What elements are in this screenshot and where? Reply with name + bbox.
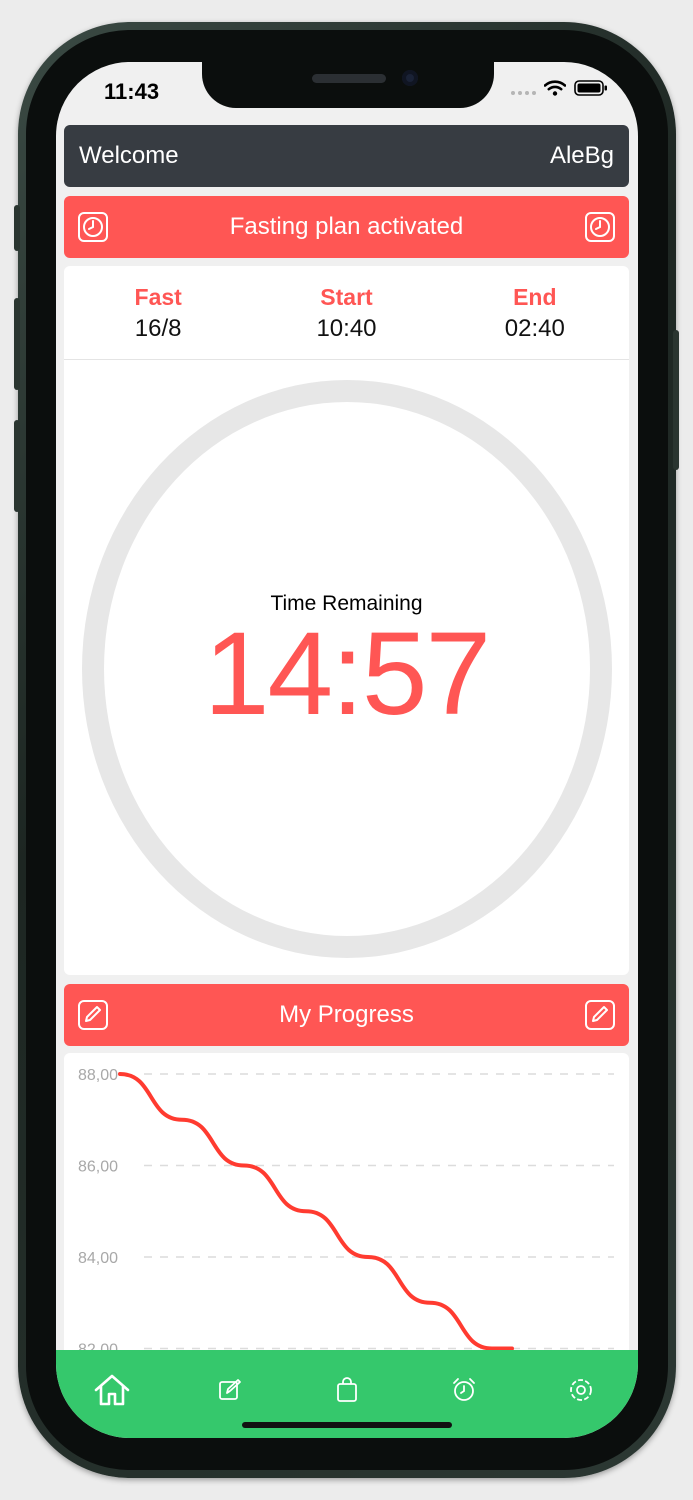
plan-end: End 02:40 bbox=[441, 266, 629, 359]
weight-series-line bbox=[118, 1072, 514, 1351]
progress-banner: My Progress bbox=[64, 984, 629, 1046]
tab-edit[interactable] bbox=[210, 1370, 250, 1410]
plan-fast: Fast 16/8 bbox=[64, 266, 252, 359]
home-indicator bbox=[242, 1422, 452, 1428]
clock-icon[interactable] bbox=[78, 212, 108, 242]
wifi-icon bbox=[544, 80, 566, 96]
edit-icon bbox=[219, 1379, 241, 1400]
progress-chart-svg: 88,0086,0084,0082,00 bbox=[78, 1067, 614, 1359]
plan-start: Start 10:40 bbox=[252, 266, 440, 359]
clock-icon[interactable] bbox=[584, 212, 615, 242]
time-remaining-value: 14:57 bbox=[203, 608, 491, 740]
bag-icon bbox=[337, 1377, 357, 1402]
y-tick-label: 84,00 bbox=[78, 1250, 118, 1267]
tab-settings[interactable] bbox=[561, 1370, 601, 1410]
signal-icon bbox=[511, 81, 536, 95]
end-label: End bbox=[513, 284, 557, 310]
y-tick-label: 88,00 bbox=[78, 1067, 118, 1084]
volume-down-button bbox=[14, 420, 20, 512]
alarm-icon bbox=[453, 1378, 475, 1401]
y-tick-label: 86,00 bbox=[78, 1159, 118, 1176]
camera bbox=[402, 70, 418, 86]
welcome-header: Welcome AleBg bbox=[64, 125, 629, 187]
settings-icon bbox=[570, 1379, 592, 1401]
fast-value: 16/8 bbox=[134, 315, 182, 342]
start-label: Start bbox=[320, 284, 373, 310]
home-icon bbox=[94, 1374, 130, 1406]
plan-summary: Fast 16/8 Start 10:40 End 02:40 bbox=[64, 266, 629, 360]
notch bbox=[202, 62, 494, 108]
fast-label: Fast bbox=[134, 284, 182, 310]
progress-chart: 88,0086,0084,0082,00 bbox=[64, 1053, 629, 1373]
welcome-text: Welcome bbox=[79, 142, 179, 169]
speaker bbox=[312, 74, 386, 83]
tab-alarm[interactable] bbox=[444, 1370, 484, 1410]
battery-icon bbox=[574, 80, 607, 96]
start-value: 10:40 bbox=[316, 315, 377, 342]
tab-shop[interactable] bbox=[327, 1370, 367, 1410]
fasting-plan-label: Fasting plan activated bbox=[229, 213, 464, 240]
progress-label: My Progress bbox=[279, 1001, 414, 1028]
edit-icon[interactable] bbox=[78, 1000, 108, 1030]
end-value: 02:40 bbox=[504, 315, 565, 342]
fasting-plan-card: Fast 16/8 Start 10:40 End 02:40 Time Rem… bbox=[64, 266, 629, 975]
status-indicators bbox=[511, 80, 608, 96]
mute-switch bbox=[14, 205, 20, 251]
tab-home[interactable] bbox=[92, 1370, 132, 1410]
power-button bbox=[673, 330, 679, 470]
status-time: 11:43 bbox=[104, 79, 160, 104]
fasting-plan-banner: Fasting plan activated bbox=[64, 196, 629, 258]
app-screen: 11:43 Welcome AleBg Fasting plan activat… bbox=[56, 62, 638, 1438]
edit-icon[interactable] bbox=[584, 1000, 615, 1030]
username: AleBg bbox=[549, 142, 614, 169]
volume-up-button bbox=[14, 298, 20, 390]
